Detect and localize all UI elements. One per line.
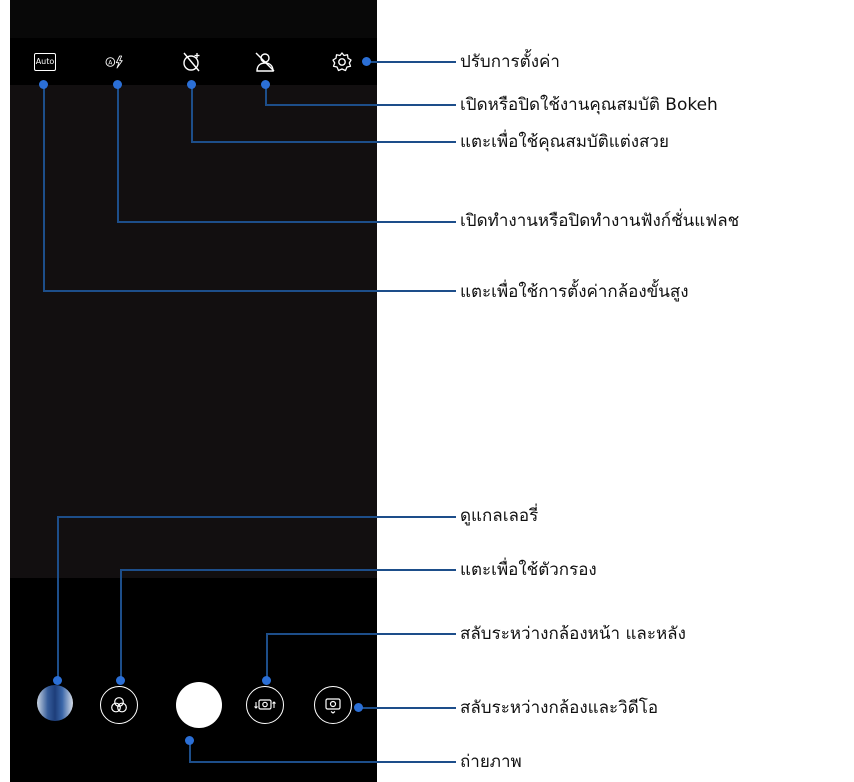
viewfinder — [10, 85, 377, 578]
camera-video-toggle-button[interactable] — [314, 686, 352, 724]
advanced-callout-line-h — [43, 290, 456, 292]
bokeh-callout-dot — [261, 80, 270, 89]
switch-camera-label: สลับระหว่างกล้องหน้า และหลัง — [460, 624, 686, 644]
settings-label: ปรับการตั้งค่า — [460, 52, 560, 72]
advanced-settings-label: แตะเพื่อใช้การตั้งค่ากล้องขั้นสูง — [460, 282, 689, 302]
settings-callout-dot — [362, 57, 371, 66]
camera-screen: Auto A — [10, 0, 377, 782]
beauty-callout-line-v — [191, 84, 193, 142]
camera-video-toggle-icon — [325, 698, 341, 714]
filter-label: แตะเพื่อใช้ตัวกรอง — [460, 560, 597, 580]
auto-mode-icon[interactable]: Auto — [34, 53, 56, 71]
gallery-callout-dot — [53, 676, 62, 685]
shutter-callout-line-h — [189, 761, 456, 763]
beauty-callout-dot — [187, 80, 196, 89]
switch-camera-button[interactable] — [246, 686, 284, 724]
flash-callout-line-v — [117, 84, 119, 222]
beauty-off-icon[interactable] — [180, 50, 204, 74]
gallery-thumbnail[interactable] — [37, 685, 73, 721]
filter-button[interactable] — [100, 686, 138, 724]
beauty-label: แตะเพื่อใช้คุณสมบัติแต่งสวย — [460, 132, 669, 152]
filter-icon — [111, 697, 127, 713]
bokeh-label: เปิดหรือปิดใช้งานคุณสมบัติ Bokeh — [460, 95, 718, 115]
shutter-button[interactable] — [176, 682, 222, 728]
bokeh-off-icon[interactable] — [253, 50, 277, 74]
flash-label: เปิดทำงานหรือปิดทำงานฟังก์ชั่นแฟลช — [460, 211, 740, 231]
flash-callout-dot — [113, 80, 122, 89]
gear-icon[interactable] — [330, 50, 354, 74]
camera-video-label: สลับระหว่างกล้องและวิดีโอ — [460, 698, 659, 718]
switch-camera-icon — [254, 699, 276, 710]
gallery-label: ดูแกลเลอรี่ — [460, 506, 539, 526]
switch-camera-callout-line-h — [266, 633, 456, 635]
filter-callout-line-v — [120, 569, 122, 680]
advanced-callout-dot — [39, 80, 48, 89]
filter-callout-dot — [116, 676, 125, 685]
annotated-screenshot: Auto A ปรับการตั้งค่า เปิดหรือปิดใช้งานค… — [0, 0, 854, 782]
advanced-callout-line-v — [43, 84, 45, 291]
camera-video-callout-line — [358, 707, 456, 709]
settings-callout-line — [366, 61, 456, 63]
switch-camera-callout-line-v — [266, 633, 268, 680]
bokeh-callout-line-h — [265, 104, 456, 106]
shutter-label: ถ่ายภาพ — [460, 752, 522, 772]
shutter-callout-dot — [185, 736, 194, 745]
beauty-callout-line-h — [191, 141, 456, 143]
gallery-callout-line-h — [57, 516, 456, 518]
filter-callout-line-h — [120, 569, 456, 571]
flash-callout-line-h — [117, 221, 456, 223]
switch-camera-callout-dot — [262, 676, 271, 685]
camera-bottom-bar — [10, 578, 377, 782]
gallery-callout-line-v — [57, 516, 59, 680]
camera-video-callout-dot — [354, 703, 363, 712]
flash-auto-icon[interactable]: A — [105, 50, 129, 74]
